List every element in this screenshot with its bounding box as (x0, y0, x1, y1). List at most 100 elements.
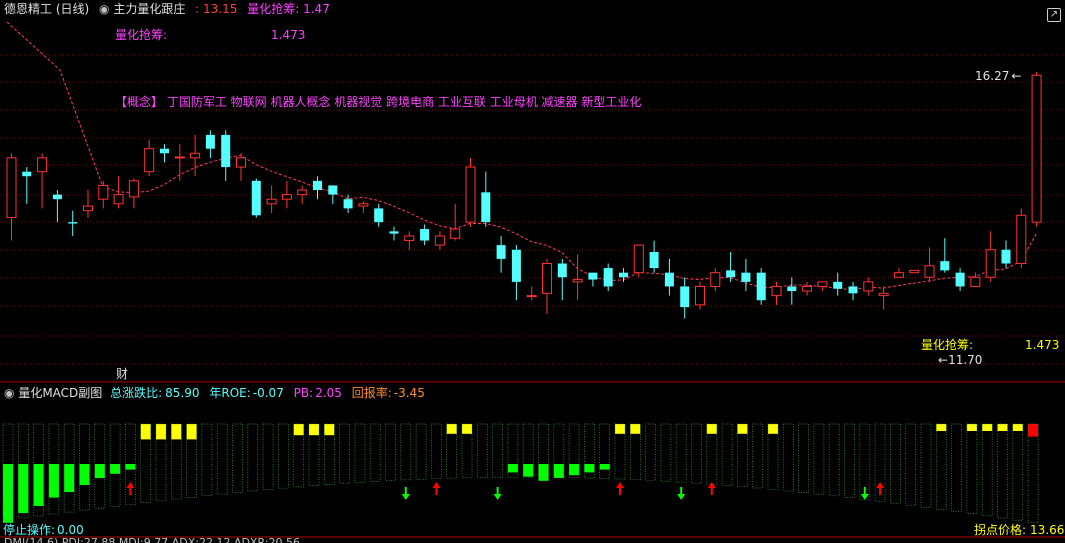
candle-body (22, 171, 32, 177)
macd-outline (844, 423, 855, 498)
candle-body (603, 268, 613, 287)
stop-operation: 停止操作: 0.00 (3, 523, 84, 537)
macd-outline (905, 423, 917, 506)
finance-marker[interactable]: 财 (116, 367, 128, 381)
macd-outline (415, 423, 427, 480)
macd-bar (140, 424, 151, 440)
bottom-qhcc-label: 量化抢筹: (921, 338, 974, 352)
indicator-name[interactable]: 主力量化跟庄 (113, 2, 185, 16)
chart-canvas (0, 21, 1065, 538)
candle-body (297, 189, 308, 196)
candle-body (221, 134, 231, 168)
expand-icon[interactable]: ↗ (1047, 8, 1061, 22)
macd-bar (584, 464, 595, 473)
candle-body (741, 272, 751, 282)
candle-body (343, 199, 353, 209)
sub-header: ◉ 量化MACD副图 总涨跌比: 85.90 年ROE: -0.07 PB: 2.05… (4, 386, 425, 400)
macd-bar (18, 464, 29, 513)
macd-bar (94, 464, 105, 478)
macd-bar (507, 464, 518, 473)
candle-body (1001, 249, 1011, 264)
candle-body (174, 156, 185, 159)
macd-bar (462, 424, 472, 434)
candle-body (955, 272, 965, 287)
macd-outline (767, 423, 779, 490)
candle-body (251, 180, 261, 216)
candle-body (633, 244, 644, 274)
candle-body (313, 180, 322, 191)
macd-outline (278, 423, 289, 489)
candle-body (160, 148, 169, 154)
dmi-header-cut: DMI(14,6) PDI:27.88 MDI:9.77 ADX:22.12 A… (4, 538, 300, 543)
macd-outline (354, 423, 366, 483)
signal-arrows (126, 482, 885, 500)
candle-body (358, 203, 369, 207)
candle-body (37, 157, 48, 173)
macd-outline (920, 423, 932, 508)
macd-outline (691, 423, 702, 484)
macd-bar (538, 464, 549, 481)
macd-outline (981, 423, 993, 517)
top-qhcc-value: 1.473 (271, 28, 306, 42)
macd-bar (966, 424, 977, 431)
up-arrow-icon (126, 482, 135, 495)
candle-body (970, 276, 981, 287)
macd-outline (369, 423, 381, 482)
macd-bar (446, 424, 457, 434)
candle-body (113, 194, 124, 205)
macd-outline (201, 423, 213, 497)
candle-body (787, 286, 797, 292)
indicator-dot-icon[interactable]: ◉ (4, 386, 14, 400)
candle-body (878, 292, 889, 297)
candle-body (726, 270, 736, 278)
indicator-dot-icon[interactable]: ◉ (99, 2, 109, 16)
macd-outline (828, 423, 840, 497)
candle-body (833, 281, 843, 289)
down-arrow-icon (493, 487, 502, 500)
candle-body (863, 281, 874, 292)
down-arrow-icon (677, 487, 686, 500)
macd-outline (798, 423, 809, 493)
macd-bar (309, 424, 319, 436)
macd-outline (935, 423, 947, 510)
macd-bar (982, 424, 993, 431)
macd-histogram (3, 424, 1039, 523)
candle-body (756, 272, 766, 301)
macd-bar (523, 464, 534, 477)
candle-body (281, 194, 292, 200)
candle-body (389, 231, 399, 234)
macd-bar (615, 424, 625, 434)
macd-bar (156, 424, 166, 440)
candle-body (98, 184, 109, 200)
main-header: 德恩精工 (日线) ◉ 主力量化跟庄 : 13.15 量化抢筹: 1.47 (4, 2, 330, 16)
stock-name[interactable]: 德恩精工 (日线) (4, 2, 89, 16)
up-arrow-icon (616, 482, 624, 495)
up-arrow-icon (432, 482, 441, 495)
macd-outline (966, 423, 978, 514)
candle-body (771, 285, 782, 297)
macd-bar (171, 424, 182, 440)
macd-outline (675, 423, 687, 483)
candle-body (940, 261, 950, 271)
candle-body (802, 285, 813, 292)
candle-body (374, 208, 384, 223)
left-arrow-icon: ← (938, 353, 949, 367)
candle-body (328, 185, 338, 195)
candle-body (52, 194, 62, 200)
candle-body (511, 249, 521, 282)
macd-bar (553, 464, 564, 478)
candle-body (6, 157, 17, 219)
macd-outline (813, 423, 825, 495)
candle-body (205, 134, 215, 149)
candle-body (542, 262, 552, 294)
macd-bar (1028, 424, 1039, 437)
sub-indicator-name[interactable]: 量化MACD副图 (18, 386, 102, 400)
macd-bar (630, 424, 641, 434)
macd-outline (339, 423, 350, 484)
left-arrow-icon: ← (1011, 69, 1022, 83)
down-arrow-icon (860, 487, 869, 500)
candle-body (909, 269, 920, 274)
candle-body (572, 279, 583, 283)
turning-price: 拐点价格: 13.66 (974, 523, 1065, 537)
macd-bar (569, 464, 580, 476)
